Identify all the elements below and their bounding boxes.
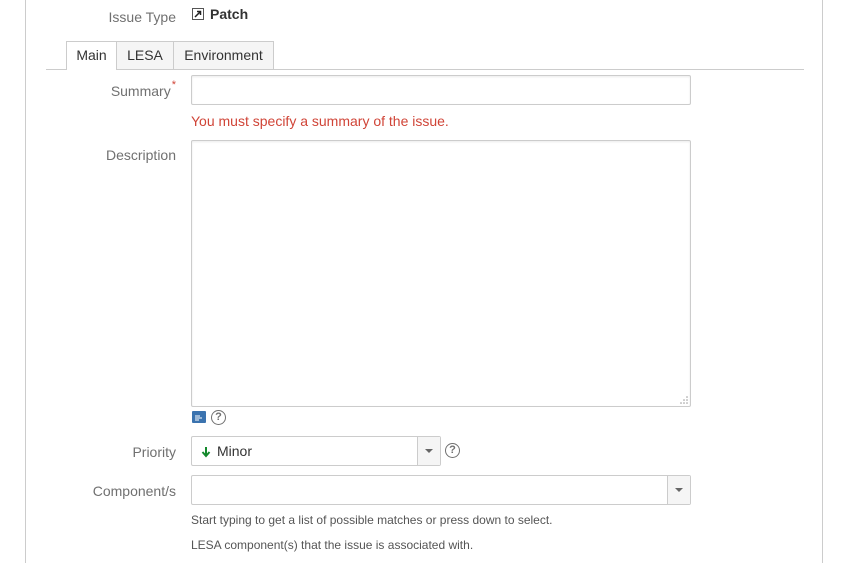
patch-icon (192, 8, 204, 20)
summary-label-text: Summary (110, 83, 171, 99)
summary-error: You must specify a summary of the issue. (191, 113, 449, 129)
arrow-down-green-icon (201, 447, 211, 458)
priority-help-icon[interactable]: ? (445, 443, 460, 458)
tab-environment[interactable]: Environment (173, 41, 274, 69)
description-textarea[interactable] (191, 140, 691, 407)
description-help-icon[interactable]: ? (211, 410, 226, 425)
summary-input[interactable] (191, 75, 691, 105)
tab-main[interactable]: Main (66, 41, 117, 70)
issue-type-value: Patch (192, 6, 248, 22)
components-dropdown-button[interactable] (667, 476, 690, 504)
description-label: Description (105, 147, 176, 163)
wiki-renderer-icon[interactable] (192, 411, 206, 423)
required-marker: * (171, 79, 176, 91)
issue-type-text: Patch (210, 6, 249, 22)
priority-value: Minor (217, 443, 253, 459)
components-description: LESA component(s) that the issue is asso… (191, 538, 474, 552)
tab-lesa[interactable]: LESA (116, 41, 174, 69)
components-label: Component/s (92, 483, 176, 499)
priority-select[interactable]: Minor (191, 436, 441, 466)
tabs-divider (46, 69, 804, 70)
summary-label: Summary* (110, 79, 176, 99)
priority-label: Priority (132, 444, 176, 460)
chevron-down-icon (425, 449, 433, 453)
priority-dropdown-button[interactable] (417, 437, 440, 465)
components-select[interactable] (191, 475, 691, 505)
components-hint: Start typing to get a list of possible m… (191, 513, 553, 527)
issue-type-label: Issue Type (108, 9, 176, 25)
resize-grip-icon[interactable] (678, 394, 688, 404)
chevron-down-icon (675, 488, 683, 492)
